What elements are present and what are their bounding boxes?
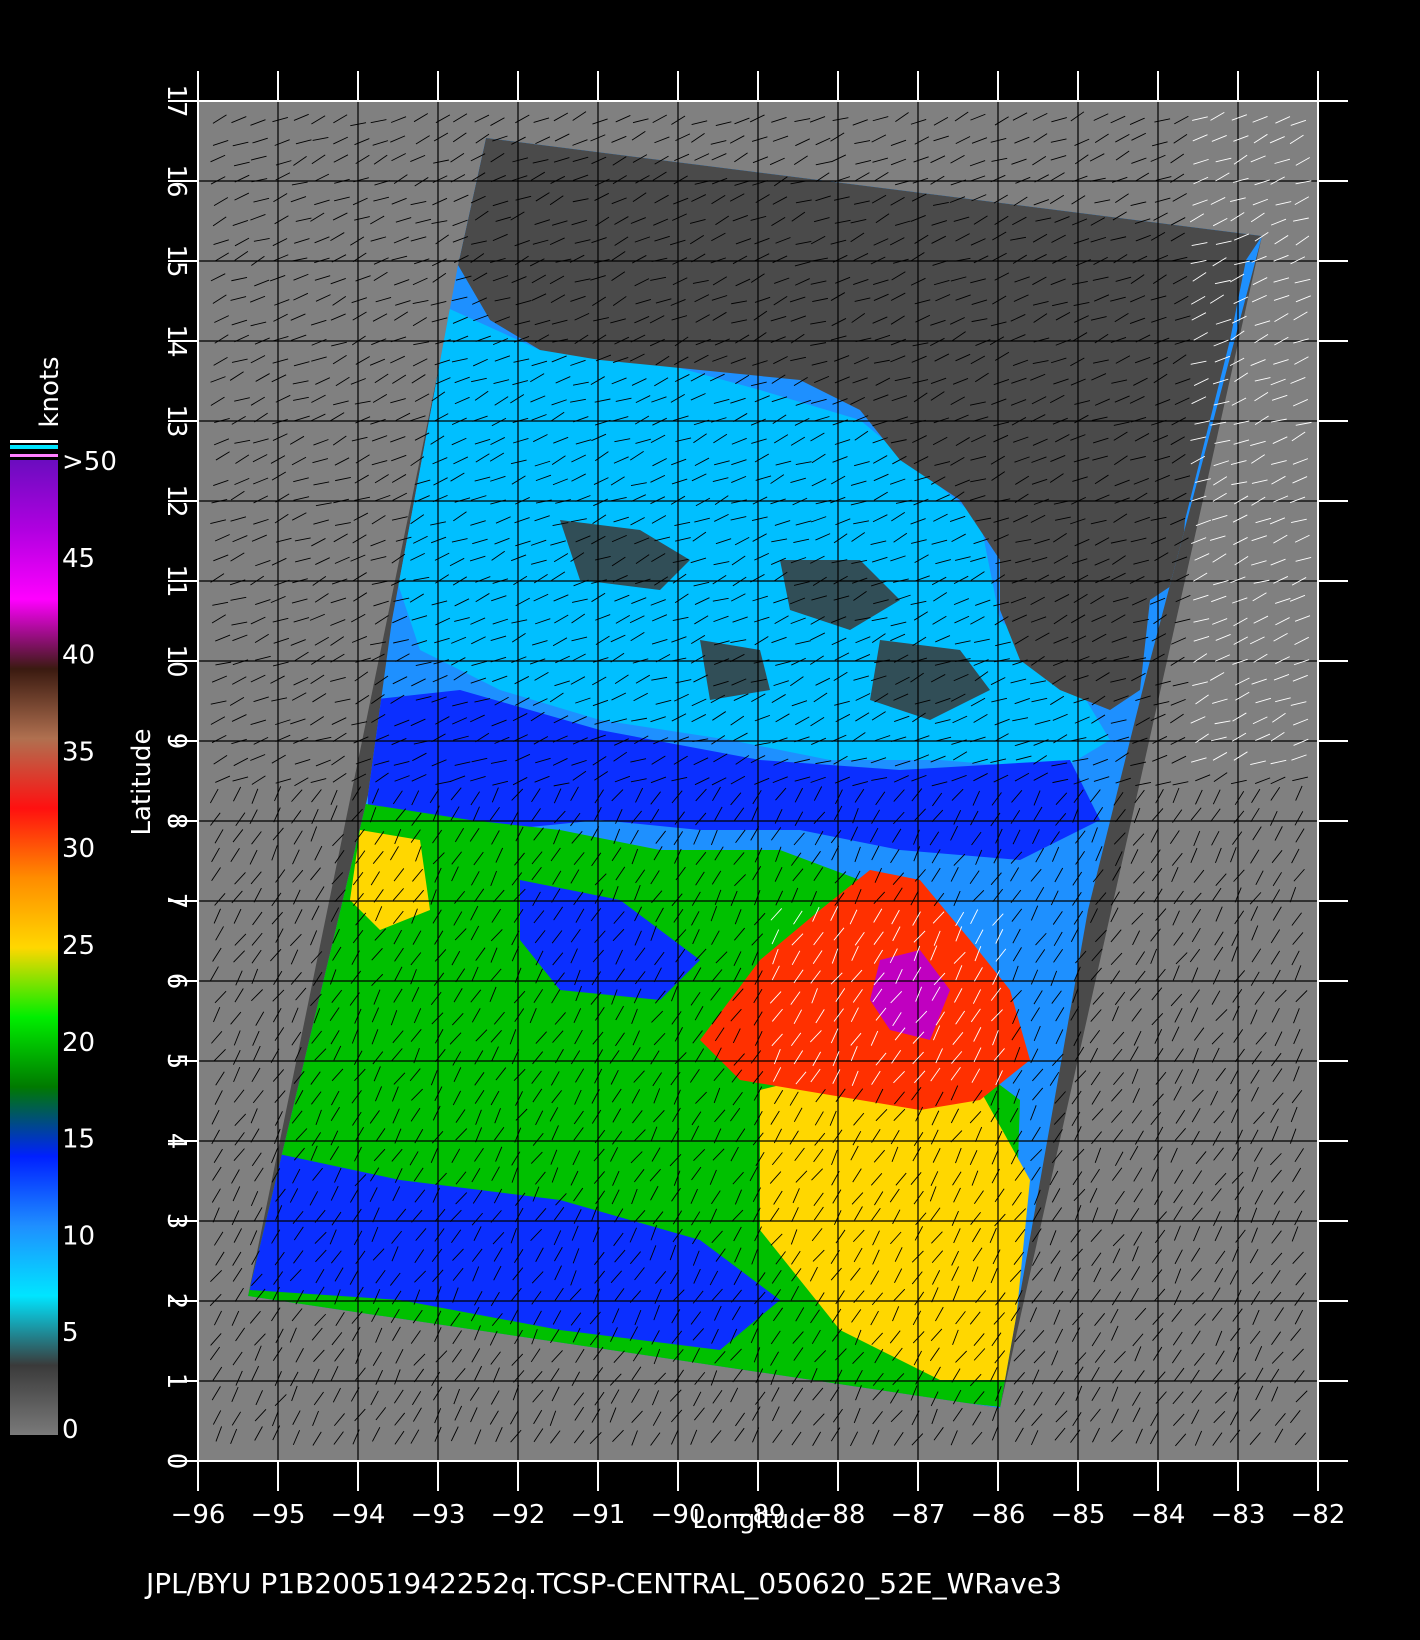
colorbar-top-stripe-black — [10, 450, 58, 453]
lat-tick-label: 7 — [161, 893, 191, 910]
lat-tick-label: 0 — [161, 1453, 191, 1470]
colorbar-top-stripe-magenta — [10, 454, 58, 457]
colorbar-tick-label: 10 — [62, 1221, 95, 1251]
lat-tick-label: 5 — [161, 1053, 191, 1070]
colorbar-tick-label: 30 — [62, 834, 95, 864]
y-axis-title: Latitude — [127, 728, 157, 835]
lat-tick-label: 9 — [161, 733, 191, 750]
colorbar-top-stripe-white — [10, 440, 58, 443]
scatterometer-wind-map: −96 −95 −94 −93 −92 −91 −90 −89 −88 −87 −86 −85 −84−… — [10, 71, 1348, 1600]
colorbar-tick-label: 25 — [62, 931, 95, 961]
wind-speed-colorbar: knots >50 45 40 35 30 25 20 15 10 5 0 — [10, 356, 117, 1445]
lon-tick-label: −93 — [411, 1500, 466, 1530]
lat-tick-label: 8 — [161, 813, 191, 830]
lat-tick-label: 13 — [161, 404, 191, 437]
lon-tick-label: −83 — [1211, 1500, 1266, 1530]
lat-tick-label: 17 — [161, 84, 191, 117]
product-footer: JPL/BYU P1B20051942252q.TCSP-CENTRAL_050… — [144, 1567, 1062, 1600]
lat-tick-label: 14 — [161, 324, 191, 357]
lon-tick-label: −86 — [971, 1500, 1026, 1530]
colorbar-tick-label: 45 — [62, 544, 95, 574]
colorbar-tick-label: 40 — [62, 641, 95, 671]
lat-tick-label: 10 — [161, 644, 191, 677]
lat-tick-label: 11 — [161, 564, 191, 597]
lat-tick-label: 4 — [161, 1133, 191, 1150]
lat-tick-label: 6 — [161, 973, 191, 990]
colorbar-gradient — [10, 460, 58, 1435]
lon-tick-label: −87 — [891, 1500, 946, 1530]
lon-tick-label: −92 — [491, 1500, 546, 1530]
colorbar-unit: knots — [35, 356, 65, 427]
lon-tick-label: −85 — [1051, 1500, 1106, 1530]
colorbar-tick-label: >50 — [62, 447, 117, 477]
lat-tick-label: 16 — [161, 164, 191, 197]
lat-tick-label: 1 — [161, 1373, 191, 1390]
lat-tick-label: 3 — [161, 1213, 191, 1230]
colorbar-tick-label: 20 — [62, 1028, 95, 1058]
x-axis-title: Longitude — [692, 1505, 821, 1535]
lat-tick-label: 12 — [161, 484, 191, 517]
colorbar-tick-label: 5 — [62, 1318, 79, 1348]
lon-tick-label: −95 — [251, 1500, 306, 1530]
colorbar-tick-label: 35 — [62, 737, 95, 767]
lon-tick-label: −94 — [331, 1500, 386, 1530]
colorbar-top-stripe-cyan — [10, 445, 58, 449]
lon-tick-label: −96 — [171, 1500, 226, 1530]
lon-tick-label: −91 — [571, 1500, 626, 1530]
colorbar-tick-label: 0 — [62, 1415, 79, 1445]
lon-tick-label: −84 — [1131, 1500, 1186, 1530]
lat-tick-label: 15 — [161, 244, 191, 277]
colorbar-tick-label: 15 — [62, 1125, 95, 1155]
lat-tick-label: 2 — [161, 1293, 191, 1310]
lon-tick-label: −82 — [1291, 1500, 1346, 1530]
